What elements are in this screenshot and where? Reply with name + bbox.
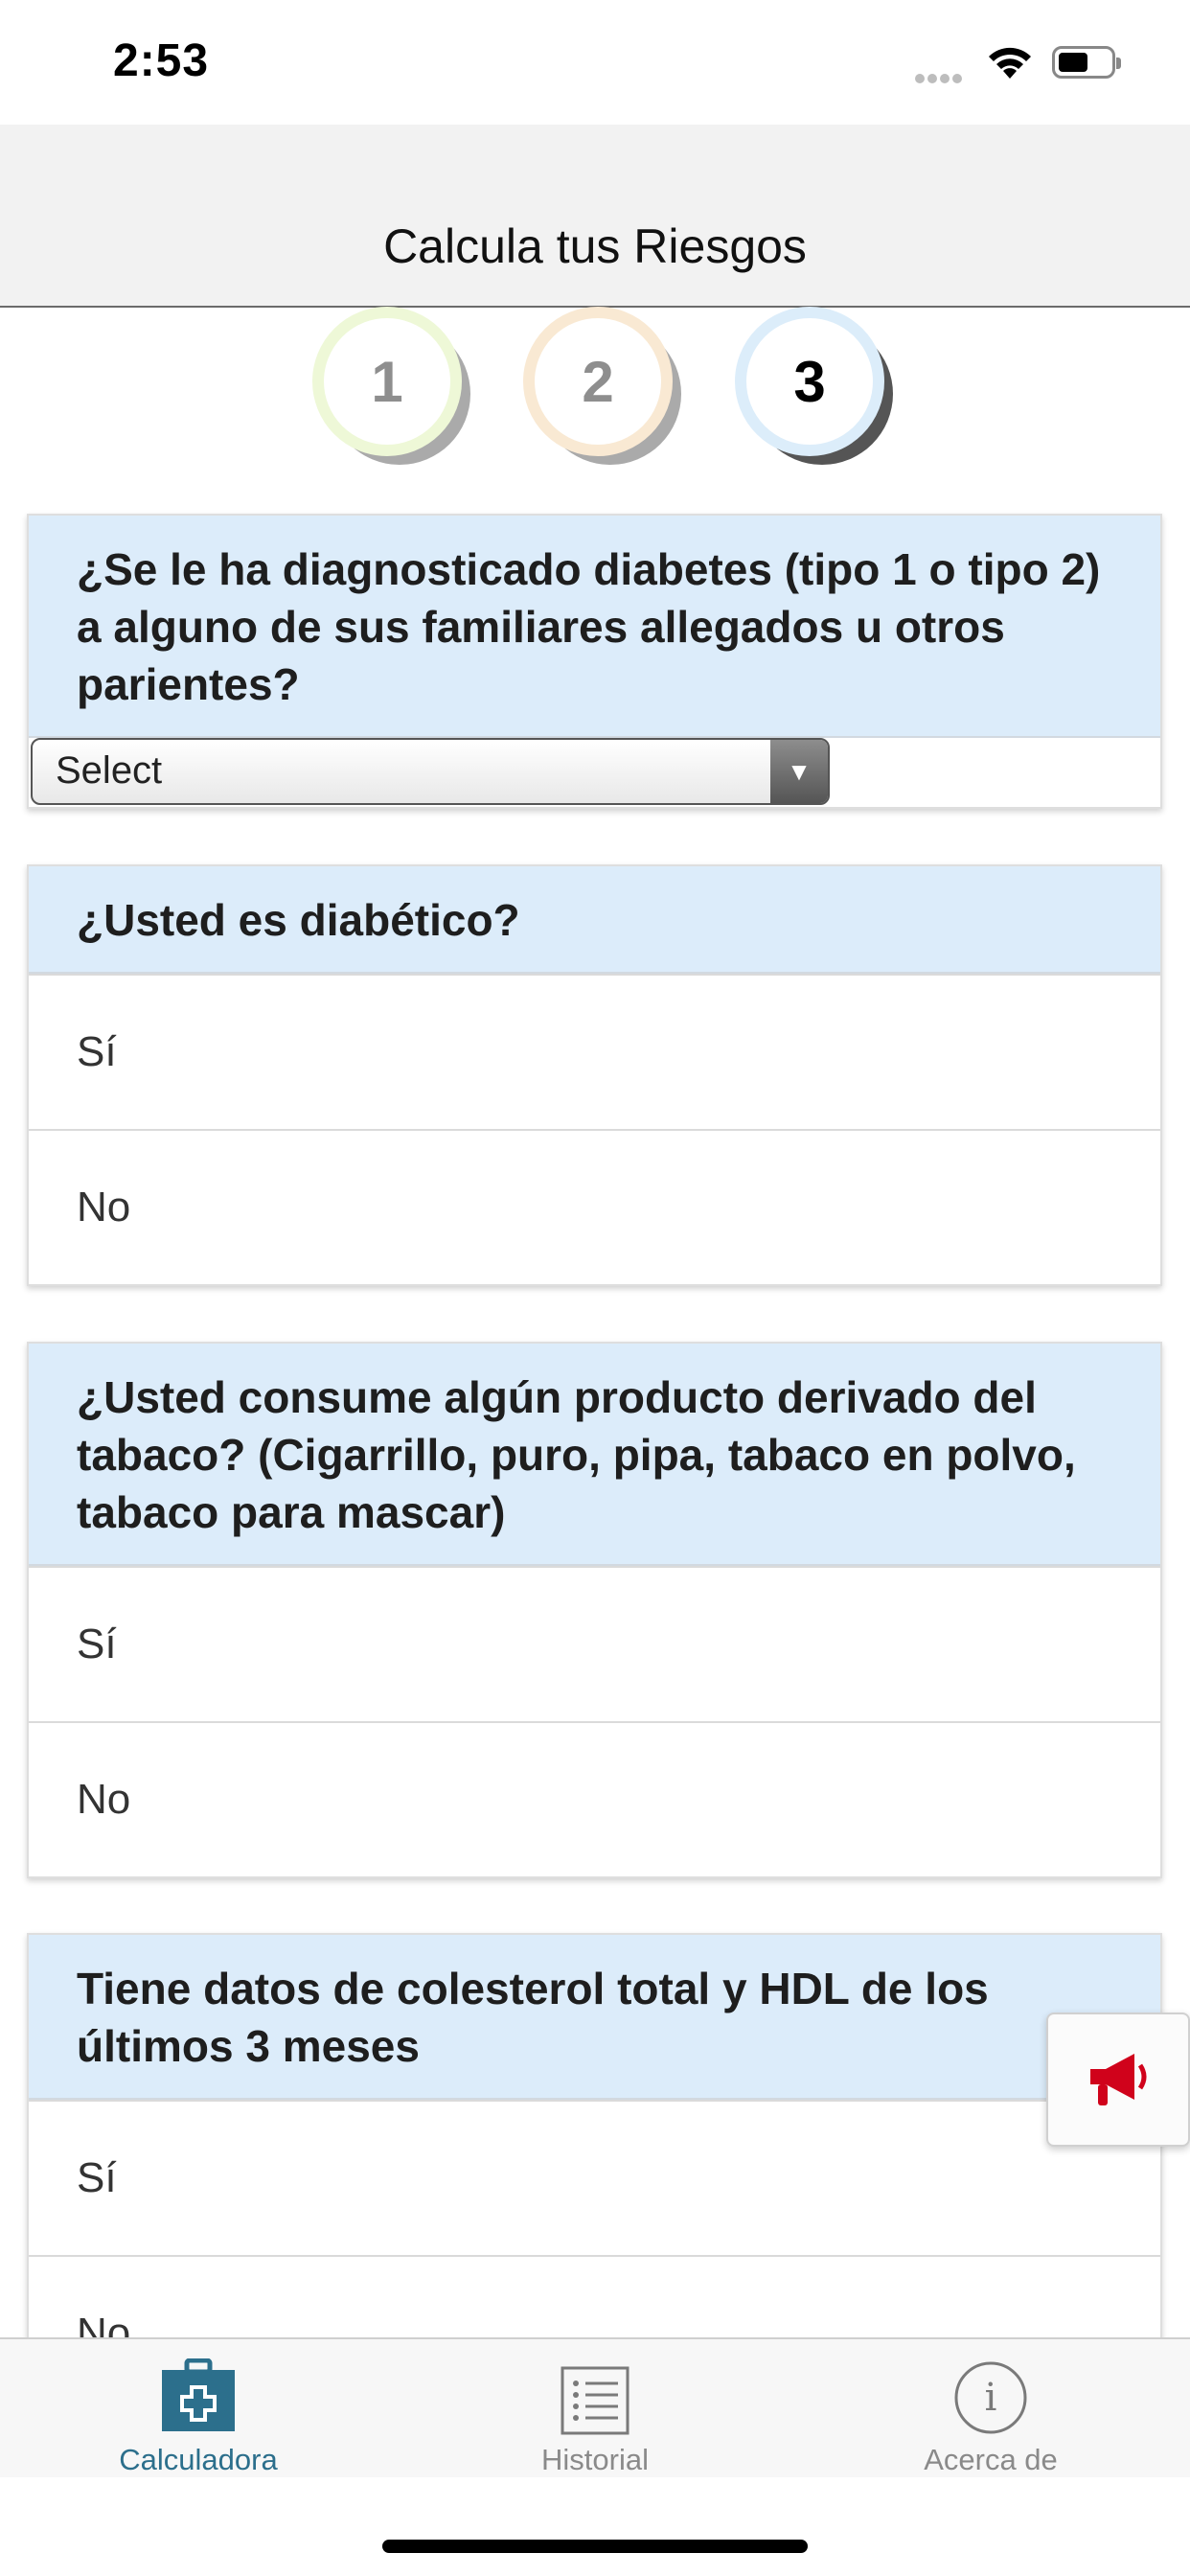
signal-icon (915, 71, 965, 88)
tab-label: Acerca de (924, 2443, 1058, 2476)
option-yes[interactable]: Sí (29, 974, 1160, 1129)
tab-acerca-de[interactable]: i Acerca de (847, 2349, 1134, 2477)
feedback-button[interactable] (1046, 2012, 1190, 2147)
megaphone-icon (1090, 2054, 1147, 2105)
tab-calculadora[interactable]: Calculadora (55, 2349, 342, 2477)
svg-text:i: i (985, 2376, 997, 2420)
list-icon (561, 2366, 629, 2435)
step-2-indicator[interactable]: 2 (523, 307, 681, 465)
step-2-number: 2 (523, 307, 673, 456)
status-bar: 2:53 (0, 0, 1190, 125)
wifi-icon (985, 42, 1035, 85)
page-title: Calcula tus Riesgos (383, 219, 807, 273)
chevron-down-icon[interactable]: ▼ (770, 740, 828, 803)
tab-historial[interactable]: Historial (451, 2349, 739, 2477)
option-no[interactable]: No (29, 1129, 1160, 1284)
step-1-number: 1 (312, 307, 462, 456)
home-indicator[interactable] (382, 2540, 808, 2553)
question-card-tobacco: ¿Usted consume algún producto derivado d… (27, 1342, 1162, 1878)
step-1-indicator[interactable]: 1 (312, 307, 470, 465)
option-no[interactable]: No (29, 1721, 1160, 1876)
info-icon: i (954, 2361, 1027, 2434)
family-diabetes-select[interactable]: Select ▼ (31, 738, 830, 805)
question-text: Tiene datos de colesterol total y HDL de… (29, 1935, 1160, 2100)
step-3-number: 3 (735, 307, 884, 456)
select-value: Select (56, 749, 163, 792)
step-3-indicator[interactable]: 3 (735, 307, 893, 465)
option-yes[interactable]: Sí (29, 1566, 1160, 1721)
status-time: 2:53 (113, 35, 210, 86)
battery-icon (1052, 46, 1121, 79)
question-card-diabetic: ¿Usted es diabético? Sí No (27, 864, 1162, 1286)
question-card-family-diabetes: ¿Se le ha diagnosticado diabetes (tipo 1… (27, 514, 1162, 809)
tab-bar: Calculadora Historial i Acerca de (0, 2337, 1190, 2477)
option-yes[interactable]: Sí (29, 2100, 1160, 2255)
tab-label: Calculadora (119, 2443, 278, 2476)
question-text: ¿Usted es diabético? (29, 866, 1160, 974)
tab-label: Historial (541, 2443, 649, 2476)
medical-kit-icon (162, 2358, 235, 2431)
nav-header: Calcula tus Riesgos (0, 125, 1190, 308)
question-text: ¿Usted consume algún producto derivado d… (29, 1344, 1160, 1566)
question-text: ¿Se le ha diagnosticado diabetes (tipo 1… (29, 516, 1160, 738)
